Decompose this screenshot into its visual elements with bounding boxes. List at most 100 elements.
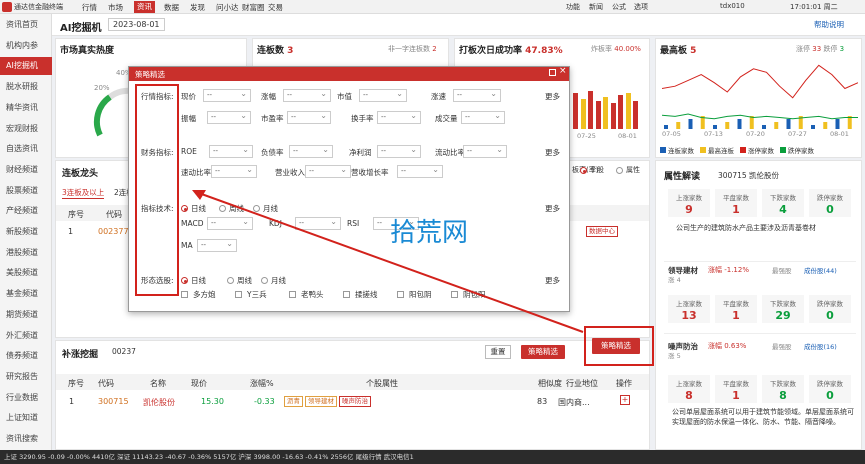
menu-function[interactable]: 功能 [566,2,580,12]
reset-button[interactable]: 重置 [485,345,511,359]
menu-0[interactable]: 行情 [82,2,97,13]
nav-item-3[interactable]: 脱水研报 [0,78,52,96]
nav-item-0[interactable]: 资讯首页 [0,16,52,34]
select-tech-0[interactable]: -- [207,216,253,230]
nav-item-6[interactable]: 自选资讯 [0,140,52,158]
tag-3[interactable]: 噪声防治 [339,396,371,407]
nav-item-19[interactable]: 上证知道 [0,409,52,427]
row-code[interactable]: 300715 [98,397,129,406]
select-market-b-0[interactable]: -- [207,110,251,124]
tag-2[interactable]: 领导建材 [305,396,337,407]
checkbox-pattern-0[interactable] [181,291,188,298]
nav-item-16[interactable]: 债券频道 [0,347,52,365]
sector2-members[interactable]: 成份股(16) [804,341,844,351]
help-link[interactable]: 帮助说明 [814,19,844,30]
table-row[interactable]: 1 300715 凯伦股份 15.30 -0.33 沥青 领导建材 噪声防治 83 … [56,393,649,409]
radio-tech-period-0[interactable] [181,205,188,212]
menu-1[interactable]: 市场 [108,2,123,13]
select-market-1[interactable]: -- [283,88,331,102]
nav-item-11[interactable]: 港股频道 [0,244,52,262]
radio-pattern-period-1[interactable] [227,277,234,284]
menu-3[interactable]: 数据 [164,2,179,13]
select-finance-b-2[interactable]: -- [397,164,443,178]
select-finance-2[interactable]: -- [377,144,421,158]
nav-item-10[interactable]: 新股频道 [0,223,52,241]
select-market-2[interactable]: -- [359,88,407,102]
nav-item-5[interactable]: 宏观财报 [0,120,52,138]
menu-formula[interactable]: 公式 [612,2,626,12]
maximize-icon[interactable] [549,69,556,76]
row-price: 15.30 [201,397,224,406]
date-picker[interactable]: 2023-08-01 [108,18,165,31]
more-link-3[interactable]: 更多 [545,203,560,214]
select-finance-b-1[interactable]: -- [305,164,351,178]
row-code[interactable]: 002377 [98,227,129,236]
nav-item-15[interactable]: 外汇频道 [0,327,52,345]
nav-item-7[interactable]: 财经频道 [0,161,52,179]
dialog-title: 策略精选 [135,70,165,79]
menu-7[interactable]: 交易 [268,2,283,13]
menu-5[interactable]: 问小达 [216,2,239,13]
more-link-2[interactable]: 更多 [545,147,560,158]
select-finance-1[interactable]: -- [289,144,333,158]
menu-news[interactable]: 新闻 [589,2,603,12]
more-link-4[interactable]: 更多 [545,275,560,286]
sector1-members[interactable]: 成份股(44) [804,265,844,275]
supp-header-row: 序号 代码 名称 现价 涨幅% 个股属性 相似度 行业地位 操作 [56,374,649,390]
nav-item-12[interactable]: 美股频道 [0,264,52,282]
nav-item-8[interactable]: 股票频道 [0,182,52,200]
radio-pattern-period-2[interactable] [261,277,268,284]
more-link-1[interactable]: 更多 [545,91,560,102]
highest-bar [811,125,815,129]
stat-value: 1 [732,389,740,402]
nav-item-17[interactable]: 研究报告 [0,368,52,386]
highest-bar [749,116,754,129]
radio-pattern-period-0[interactable] [181,277,188,284]
nav-item-13[interactable]: 基金频道 [0,285,52,303]
close-icon[interactable]: × [559,66,567,76]
select-market-b-1[interactable]: -- [287,110,331,124]
radio-stock[interactable] [580,167,587,174]
nav-item-14[interactable]: 期货频道 [0,306,52,324]
select-market-b-3[interactable]: -- [461,110,505,124]
select-finance-0[interactable]: -- [209,144,253,158]
nav-item-1[interactable]: 机构内参 [0,37,52,55]
radio-attr[interactable] [616,167,623,174]
menu-options[interactable]: 选项 [634,2,648,12]
nav-item-18[interactable]: 行业数据 [0,389,52,407]
attr-stock[interactable]: 300715 凯伦股份 [718,170,779,181]
radio-tech-period-1[interactable] [219,205,226,212]
checkbox-pattern-5[interactable] [451,291,458,298]
checkbox-pattern-2[interactable] [289,291,296,298]
label-finance-b-1: 营业收入 [275,168,305,177]
select-finance-b-0[interactable]: -- [211,164,257,178]
select-tech-1[interactable]: -- [295,216,341,230]
add-icon[interactable]: + [620,395,630,405]
nav-item-20[interactable]: 资讯搜索 [0,430,52,448]
row-name[interactable]: 凯伦股份 [143,397,175,408]
data-center-badge[interactable]: 数据中心 [586,226,618,237]
strategy-button-inline[interactable]: 策略精选 [521,345,565,359]
menu-6[interactable]: 财富圈 [242,2,265,13]
nav-item-9[interactable]: 产经频道 [0,202,52,220]
checkbox-pattern-1[interactable] [235,291,242,298]
select-market-0[interactable]: -- [203,88,251,102]
stat-value: 0 [826,309,834,322]
nav-item-4[interactable]: 精华资讯 [0,99,52,117]
supp-col-5: 个股属性 [366,379,398,388]
select-market-b-2[interactable]: -- [377,110,421,124]
checkbox-pattern-4[interactable] [397,291,404,298]
select-tech-3[interactable]: -- [197,238,237,252]
menu-4[interactable]: 发现 [190,2,205,13]
nav-item-2[interactable]: AI挖掘机 [0,57,52,76]
left-nav: 资讯首页机构内参 AI挖掘机脱水研报精华资讯宏观财报自选资讯财经频道股票频道产经频… [0,14,52,450]
radio-tech-period-2[interactable] [253,205,260,212]
streak-sub: 非一字连板数 2 [388,45,437,53]
tab-3-streak[interactable]: 3连板及以上 [62,187,105,199]
select-market-3[interactable]: -- [453,88,501,102]
select-finance-3[interactable]: -- [463,144,507,158]
checkbox-pattern-3[interactable] [343,291,350,298]
tag-1[interactable]: 沥青 [284,396,303,407]
menu-2[interactable]: 资讯 [134,1,155,13]
strategy-button[interactable]: 策略精选 [592,338,640,354]
